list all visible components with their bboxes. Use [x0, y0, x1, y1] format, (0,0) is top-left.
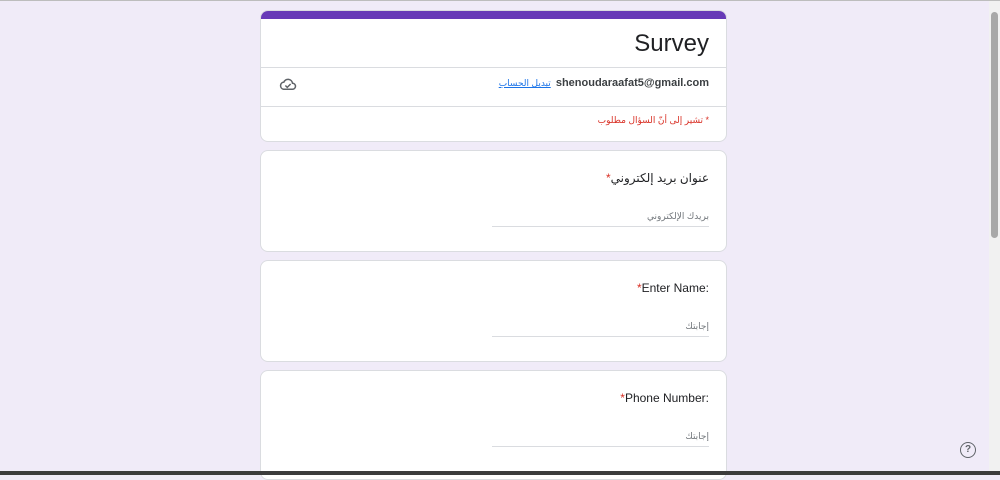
- name-input[interactable]: [492, 316, 709, 337]
- form-header-card: Survey shenoudaraafat5@gmail.com تبديل ا…: [260, 10, 727, 142]
- question-label: :Enter Name*: [633, 281, 709, 295]
- email-input[interactable]: [492, 206, 709, 227]
- question-card-phone: :Phone Number*: [260, 370, 727, 480]
- header-divider-2: [261, 106, 726, 107]
- scrollbar-thumb[interactable]: [991, 12, 998, 238]
- switch-account-link[interactable]: تبديل الحساب: [499, 78, 551, 88]
- question-card-email: عنوان بريد إلكتروني*: [260, 150, 727, 252]
- question-text: عنوان بريد إلكتروني: [610, 171, 709, 185]
- account-email: shenoudaraafat5@gmail.com: [555, 77, 709, 89]
- question-text: :Enter Name: [641, 281, 709, 295]
- taskbar-edge: [0, 471, 1000, 475]
- phone-input[interactable]: [492, 426, 709, 447]
- header-divider: [261, 67, 726, 68]
- account-row: shenoudaraafat5@gmail.com تبديل الحساب: [499, 77, 709, 89]
- required-note: * تشير إلى أنّ السؤال مطلوب: [597, 115, 709, 125]
- question-text: :Phone Number: [624, 391, 709, 405]
- header-accent-bar: [261, 11, 726, 19]
- browser-top-edge: [0, 0, 1000, 1]
- help-icon[interactable]: ?: [960, 442, 976, 458]
- cloud-saved-icon: [279, 78, 297, 90]
- question-label: عنوان بريد إلكتروني*: [602, 171, 709, 185]
- question-card-name: :Enter Name*: [260, 260, 727, 362]
- form-title: Survey: [634, 30, 709, 57]
- question-label: :Phone Number*: [616, 391, 709, 405]
